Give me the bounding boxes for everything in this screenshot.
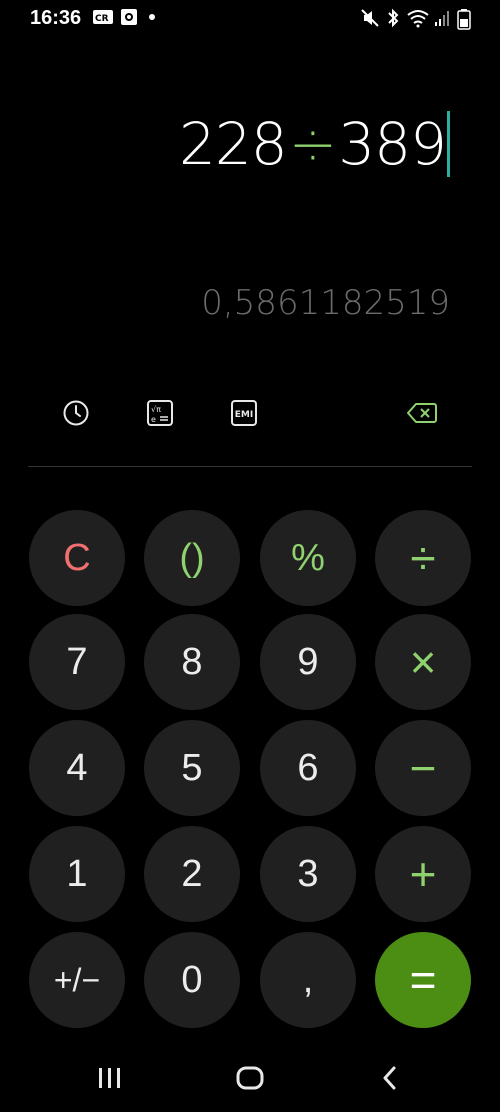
digit-6-button[interactable]: 6: [260, 720, 356, 816]
digit-0-button[interactable]: 0: [144, 932, 240, 1028]
plus-button[interactable]: +: [375, 826, 471, 922]
text-cursor: [447, 111, 450, 177]
digit-4-button[interactable]: 4: [29, 720, 125, 816]
operand-2: 389: [338, 110, 447, 178]
digit-7-button[interactable]: 7: [29, 614, 125, 710]
battery-icon: [457, 8, 471, 30]
svg-text:e: e: [151, 415, 156, 424]
back-icon[interactable]: [370, 1058, 410, 1098]
multiply-button[interactable]: ×: [375, 614, 471, 710]
screenshot-icon: [120, 8, 138, 26]
digit-2-button[interactable]: 2: [144, 826, 240, 922]
display-divider: [28, 466, 472, 467]
clock-icon[interactable]: [56, 393, 96, 433]
digit-8-button[interactable]: 8: [144, 614, 240, 710]
home-icon[interactable]: [230, 1058, 270, 1098]
recents-icon[interactable]: [90, 1058, 130, 1098]
parentheses-button[interactable]: (): [144, 510, 240, 606]
equals-button[interactable]: =: [375, 932, 471, 1028]
minus-button[interactable]: −: [375, 720, 471, 816]
percent-button[interactable]: %: [260, 510, 356, 606]
signal-icon: [434, 8, 450, 28]
mute-icon: [360, 8, 380, 28]
svg-text:EMI: EMI: [235, 410, 253, 420]
emi-button[interactable]: EMI: [224, 393, 264, 433]
digit-3-button[interactable]: 3: [260, 826, 356, 922]
scientific-icon[interactable]: √π e: [140, 393, 180, 433]
notification-dot: [149, 14, 155, 20]
divide-button[interactable]: ÷: [375, 510, 471, 606]
svg-text:√π: √π: [151, 405, 161, 414]
expression-display[interactable]: 228 ÷ 389: [179, 110, 450, 178]
operator-symbol: ÷: [288, 110, 338, 178]
plus-minus-button[interactable]: +/−: [29, 932, 125, 1028]
decimal-button[interactable]: ,: [260, 932, 356, 1028]
backspace-icon[interactable]: [402, 393, 442, 433]
result-preview: 0,5861182519: [201, 283, 450, 323]
digit-5-button[interactable]: 5: [144, 720, 240, 816]
svg-text:CR: CR: [95, 14, 109, 24]
operand-1: 228: [178, 110, 288, 178]
status-time: 16:36: [30, 7, 82, 29]
bluetooth-icon: [386, 8, 400, 28]
clear-button[interactable]: C: [29, 510, 125, 606]
wifi-icon: [406, 8, 430, 28]
digit-1-button[interactable]: 1: [29, 826, 125, 922]
status-bar: 16:36 CR: [0, 0, 500, 36]
digit-9-button[interactable]: 9: [260, 614, 356, 710]
cr-icon: CR: [92, 8, 114, 26]
